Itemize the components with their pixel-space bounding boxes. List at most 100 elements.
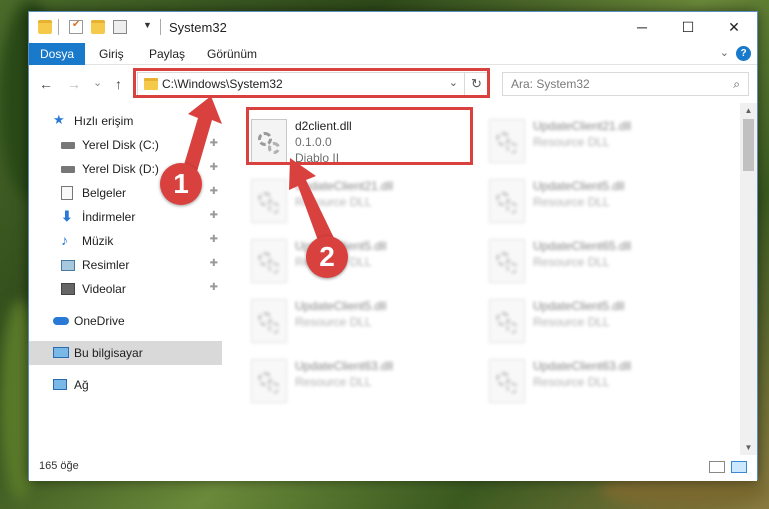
computer-icon (53, 347, 69, 358)
file-name: UpdateClient21.dll (295, 179, 394, 193)
chevron-down-icon[interactable]: ⌄ (720, 46, 729, 59)
network-icon (53, 379, 67, 390)
scroll-up-icon[interactable]: ▲ (740, 106, 757, 115)
back-button[interactable]: ← (39, 76, 53, 92)
dll-file-icon (489, 239, 525, 283)
minimize-button[interactable]: ─ (619, 12, 665, 43)
pin-icon[interactable]: ✚ (210, 210, 218, 221)
dll-file-icon (251, 239, 287, 283)
file-item[interactable]: UpdateClient65.dll Resource DLL (481, 233, 706, 291)
file-description: Resource DLL (295, 315, 372, 329)
tab-file[interactable]: Dosya (29, 43, 85, 65)
pin-icon[interactable]: ✚ (210, 138, 218, 149)
dll-file-icon (489, 179, 525, 223)
file-item[interactable]: UpdateClient5.dll Resource DLL (243, 293, 468, 351)
sidebar-item-label: OneDrive (74, 314, 125, 328)
sidebar-item-label: Videolar (82, 282, 126, 296)
sidebar-item-label: Bu bilgisayar (74, 346, 143, 360)
tab-home[interactable]: Giriş (89, 43, 134, 65)
properties-icon[interactable]: ✔ (69, 19, 83, 34)
star-icon: ★ (53, 112, 65, 127)
file-item[interactable]: UpdateClient5.dll Resource DLL (243, 233, 468, 291)
downloads-icon: ⬇ (61, 208, 73, 224)
file-name: UpdateClient63.dll (533, 359, 632, 373)
window-title: System32 (169, 20, 227, 35)
item-count: 165 öğe (39, 460, 79, 472)
file-description: Resource DLL (295, 195, 372, 209)
sidebar-item-onedrive[interactable]: OneDrive (29, 309, 222, 333)
chevron-down-icon[interactable]: ▼ (143, 20, 157, 34)
pin-icon[interactable]: ✚ (210, 234, 218, 245)
dll-file-icon (489, 119, 525, 163)
sidebar-item-network[interactable]: Ağ (29, 373, 222, 397)
tab-view[interactable]: Görünüm (197, 43, 267, 65)
sidebar-item-label: Yerel Disk (D:) (82, 162, 159, 176)
up-button[interactable]: ↑ (115, 76, 122, 92)
file-name: UpdateClient5.dll (533, 179, 625, 193)
pin-icon[interactable]: ✚ (210, 258, 218, 269)
divider (160, 19, 161, 35)
videos-icon (61, 283, 75, 295)
file-name: UpdateClient63.dll (295, 359, 394, 373)
new-folder-icon[interactable] (91, 20, 105, 34)
sidebar-item-music[interactable]: ♪ Müzik ✚ (29, 229, 222, 253)
sidebar-item-drive-c[interactable]: Yerel Disk (C:) ✚ (29, 133, 222, 157)
navigation-pane: ★ Hızlı erişim Yerel Disk (C:) ✚ Yerel D… (29, 103, 222, 455)
sidebar-item-label: Ağ (74, 378, 89, 392)
sidebar-item-label: Yerel Disk (C:) (82, 138, 159, 152)
file-name: UpdateClient21.dll (533, 119, 632, 133)
step-2-badge: 2 (306, 236, 348, 278)
sidebar-item-videos[interactable]: Videolar ✚ (29, 277, 222, 301)
maximize-button[interactable]: ☐ (665, 12, 711, 43)
tab-share[interactable]: Paylaş (139, 43, 195, 65)
sidebar-item-label: Hızlı erişim (74, 114, 134, 128)
file-description: Resource DLL (533, 135, 610, 149)
sidebar-item-downloads[interactable]: ⬇ İndirmeler ✚ (29, 205, 222, 229)
ribbon-tabs: Dosya Giriş Paylaş Görünüm ⌄ ? (29, 43, 757, 65)
file-item[interactable]: UpdateClient21.dll Resource DLL (243, 173, 468, 231)
music-icon: ♪ (61, 232, 68, 248)
pin-icon[interactable]: ✚ (210, 186, 218, 197)
status-bar: 165 öğe (29, 455, 757, 481)
file-item[interactable]: UpdateClient63.dll Resource DLL (481, 353, 706, 411)
file-highlight-box (246, 107, 473, 165)
search-icon[interactable]: ⌕ (733, 77, 740, 92)
step-1-badge: 1 (160, 163, 202, 205)
desktop-background: { "window": { "title": "System32", "cont… (0, 0, 769, 509)
dll-file-icon (251, 359, 287, 403)
search-input[interactable]: Ara: System32 ⌕ (502, 72, 749, 96)
details-view-icon[interactable] (709, 461, 725, 473)
scroll-thumb[interactable] (743, 119, 754, 171)
file-description: Resource DLL (295, 375, 372, 389)
file-name: UpdateClient5.dll (533, 299, 625, 313)
sidebar-item-pictures[interactable]: Resimler ✚ (29, 253, 222, 277)
file-item[interactable]: UpdateClient5.dll Resource DLL (481, 173, 706, 231)
scroll-down-icon[interactable]: ▼ (740, 443, 757, 452)
sidebar-item-label: İndirmeler (82, 210, 136, 224)
file-name: UpdateClient65.dll (533, 239, 632, 253)
vertical-scrollbar[interactable]: ▲ ▼ (740, 103, 757, 455)
help-icon[interactable]: ? (736, 46, 751, 61)
file-item[interactable]: UpdateClient63.dll Resource DLL (243, 353, 468, 411)
close-button[interactable]: ✕ (711, 12, 757, 43)
sidebar-item-quick-access[interactable]: ★ Hızlı erişim (29, 109, 222, 133)
file-item[interactable]: UpdateClient5.dll Resource DLL (481, 293, 706, 351)
dll-file-icon (251, 179, 287, 223)
customize-quick-access-icon[interactable] (113, 20, 127, 34)
sidebar-item-this-pc[interactable]: Bu bilgisayar (29, 341, 222, 365)
file-description: Resource DLL (533, 255, 610, 269)
title-bar: ✔ ▼ System32 ─ ☐ ✕ (29, 12, 757, 43)
file-description: Resource DLL (533, 195, 610, 209)
pin-icon[interactable]: ✚ (210, 162, 218, 173)
large-icons-view-icon[interactable] (731, 461, 747, 473)
pin-icon[interactable]: ✚ (210, 282, 218, 293)
sidebar-item-label: Belgeler (82, 186, 127, 200)
search-placeholder: Ara: System32 (511, 77, 590, 91)
recent-locations-button[interactable]: ⌄ (93, 76, 102, 89)
file-description: Resource DLL (533, 315, 610, 329)
address-highlight-box (133, 68, 490, 98)
forward-button[interactable]: → (67, 76, 81, 92)
dll-file-icon (489, 299, 525, 343)
dll-file-icon (489, 359, 525, 403)
file-item[interactable]: UpdateClient21.dll Resource DLL (481, 113, 706, 171)
